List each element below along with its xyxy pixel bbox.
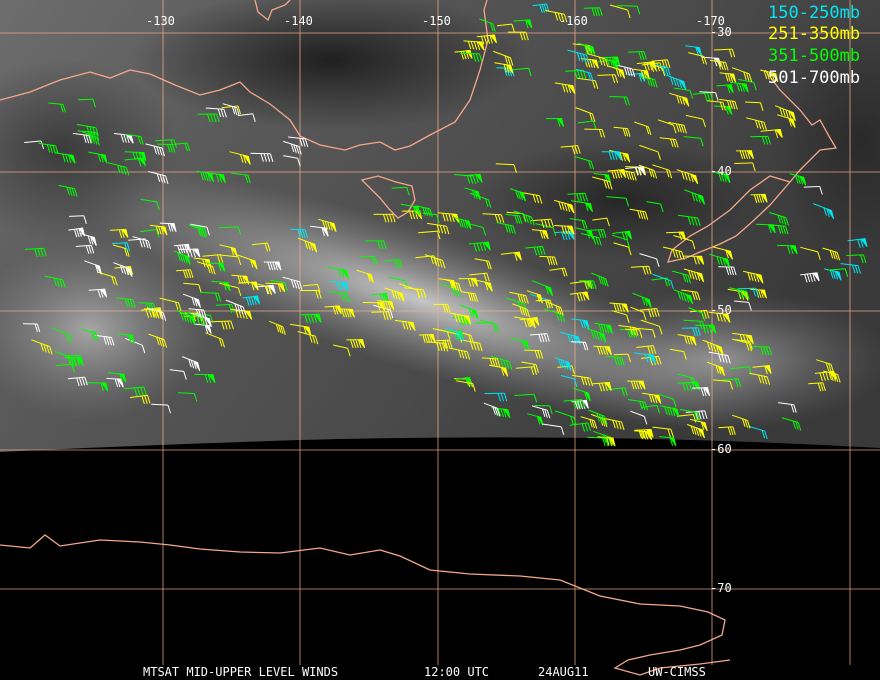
lat-label: -70 (710, 581, 732, 595)
lat-label: -60 (710, 442, 732, 456)
legend-item-501-700mb: 501-700mb (768, 68, 861, 88)
valid-date: 24AUG11 (538, 665, 589, 679)
legend-item-251-350mb: 251-350mb (768, 24, 861, 44)
caption-bar: MTSAT MID-UPPER LEVEL WINDS 12:00 UTC 24… (0, 665, 880, 680)
data-source: UW-CIMSS (648, 665, 706, 679)
legend-item-150-250mb: 150-250mb (768, 3, 861, 23)
satellite-background (0, 0, 880, 676)
lat-label: -40 (710, 164, 732, 178)
lat-label: -30 (710, 25, 732, 39)
antarctica-coast (0, 534, 731, 676)
product-title: MTSAT MID-UPPER LEVEL WINDS (143, 665, 339, 679)
lon-label: -130 (146, 14, 175, 28)
valid-time: 12:00 UTC (424, 665, 490, 679)
lon-label: -140 (284, 14, 313, 28)
legend-item-351-500mb: 351-500mb (768, 46, 861, 66)
wind-map: -130 -140 -150 -160 -170 -30 -40 -50 -60… (0, 0, 880, 680)
lon-label: -150 (422, 14, 451, 28)
lon-label: -160 (559, 14, 588, 28)
lat-label: -50 (710, 303, 732, 317)
